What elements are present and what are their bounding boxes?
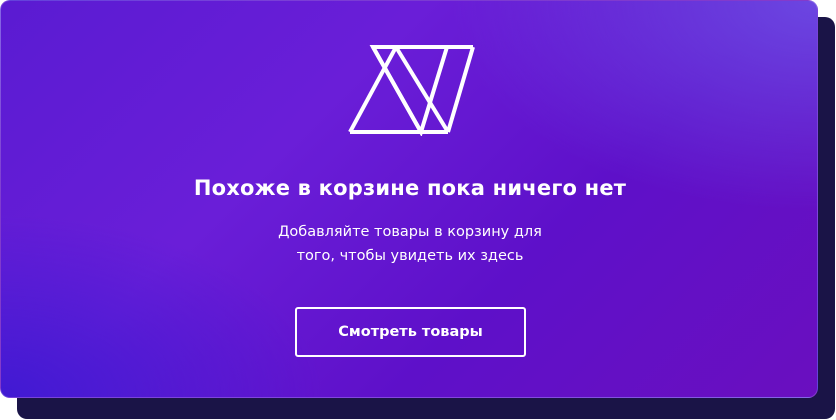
empty-cart-title: Похоже в корзине пока ничего нет [193,176,627,200]
browse-products-button[interactable]: Смотреть товары [295,307,526,357]
empty-cart-subtitle-line-2: того, чтобы увидеть их здесь [296,248,524,264]
empty-cart-subtitle-line-1: Добавляйте товары в корзину для [278,224,542,240]
browse-products-button-label: Смотреть товары [338,324,483,340]
empty-cart-page: Похоже в корзине пока ничего нет Добавля… [0,0,836,420]
empty-cart-subtitle: Добавляйте товары в корзину для того, чт… [1,220,817,268]
double-triangle-logo-icon [348,45,475,136]
empty-cart-card: Похоже в корзине пока ничего нет Добавля… [0,0,818,398]
